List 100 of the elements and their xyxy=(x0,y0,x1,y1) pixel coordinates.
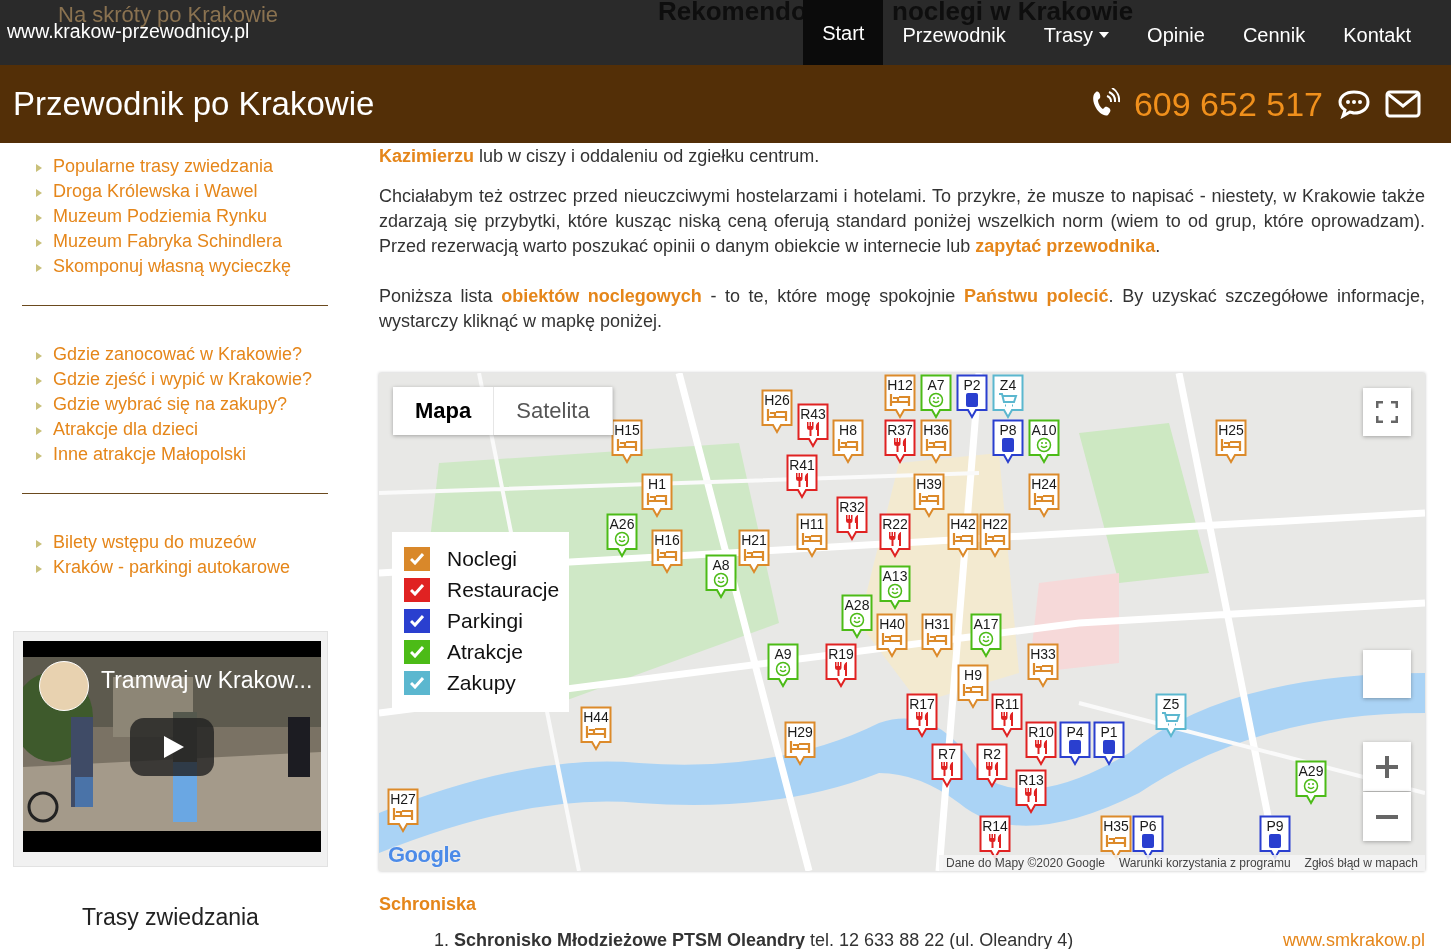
fork-knife-icon xyxy=(916,712,928,726)
bullet-icon xyxy=(36,214,42,222)
parking-sign-icon xyxy=(1142,834,1154,848)
checkbox[interactable] xyxy=(404,547,430,571)
smiley-icon xyxy=(887,583,903,599)
zoom-in-button[interactable] xyxy=(1363,742,1411,791)
map-type-tab[interactable]: Mapa xyxy=(393,387,495,435)
plus-icon xyxy=(1376,755,1398,778)
bullet-icon xyxy=(36,264,42,272)
smiley-icon xyxy=(849,612,865,628)
bed-icon xyxy=(1220,437,1242,453)
fork-knife-icon xyxy=(835,662,847,676)
legend-label: Zakupy xyxy=(447,671,516,695)
fork-knife-icon xyxy=(1001,712,1013,726)
nav-item[interactable]: Start xyxy=(803,0,884,65)
checkbox[interactable] xyxy=(404,671,430,695)
legend-label: Parkingi xyxy=(447,609,523,633)
bullet-icon xyxy=(36,427,42,435)
paragraph: Kazimierzu lub w ciszy i oddaleniu od zgiełku centrum. xyxy=(379,145,821,168)
fork-knife-icon xyxy=(889,532,901,546)
fullscreen-icon xyxy=(1376,401,1398,423)
parking-sign-icon xyxy=(1103,740,1115,754)
bed-icon xyxy=(952,531,974,547)
paragraph: Poniższa lista obiektów noclegowych - to te, które mogę spokojnie Państwu polecić. By uzyskać szczegółowe informacje, wystarczy kliknąć w mapkę poniżej. xyxy=(379,285,1425,333)
legend-label: Noclegi xyxy=(447,547,518,571)
map-type-tab[interactable]: Satelita xyxy=(494,387,613,435)
bed-icon xyxy=(1032,661,1054,677)
nav-item[interactable]: Trasy xyxy=(1024,25,1129,44)
smiley-icon xyxy=(978,631,994,647)
bed-icon xyxy=(646,491,668,507)
bed-icon xyxy=(585,724,607,740)
bed-icon xyxy=(656,547,678,563)
bullet-icon xyxy=(36,189,42,197)
bed-icon xyxy=(881,631,903,647)
chat-icon[interactable] xyxy=(1337,89,1371,119)
bullet-icon xyxy=(36,352,42,360)
bed-icon xyxy=(392,806,414,822)
fork-knife-icon xyxy=(941,762,953,776)
fork-knife-icon xyxy=(1035,740,1047,754)
bed-icon xyxy=(789,739,811,755)
list-number: 1. xyxy=(433,930,449,949)
mail-icon[interactable] xyxy=(1385,90,1421,118)
bed-icon xyxy=(984,531,1006,547)
bed-icon xyxy=(962,682,984,698)
map-link[interactable]: Zgłoś błąd w mapach xyxy=(1297,855,1425,871)
bullet-icon xyxy=(36,164,42,172)
bed-icon xyxy=(801,531,823,547)
bed-icon xyxy=(616,437,638,453)
fork-knife-icon xyxy=(989,834,1001,848)
paragraph: Chciałabym też ostrzec przed nieuczciwymi hostelarzami i hotelami. To przykre, że musze to napisać - niestety, w Krakowie także zdarzają się przybytki, które kusząc niską ceną oferują standard poniżej wszelkich norm (wiem to od grup, które oprowadzam). Przed rezerwacją warto poszukać opinii o danym obiekcie w internecie lub zapytać przewodnika. xyxy=(379,185,1425,258)
nav-item[interactable]: Cennik xyxy=(1223,25,1325,44)
bed-icon xyxy=(766,407,788,423)
bed-icon xyxy=(1033,491,1055,507)
fork-knife-icon xyxy=(807,422,819,436)
smiley-icon xyxy=(1036,437,1052,453)
bed-icon xyxy=(1105,833,1127,849)
parking-sign-icon xyxy=(1269,834,1281,848)
bullet-icon xyxy=(36,452,42,460)
bed-icon xyxy=(837,437,859,453)
phone-number[interactable]: 609 652 517 xyxy=(1133,84,1323,124)
bed-icon xyxy=(925,437,947,453)
bullet-icon xyxy=(36,377,42,385)
list-item-text: Schronisko Młodzieżowe PTSM Oleandry tel. 12 633 88 22 (ul. Oleandry 4) xyxy=(454,930,1074,949)
play-button[interactable] xyxy=(130,718,214,776)
cart-icon xyxy=(1161,712,1181,726)
check-icon xyxy=(410,553,424,565)
parking-sign-icon xyxy=(1002,438,1014,452)
bed-icon xyxy=(743,547,765,563)
checkbox[interactable] xyxy=(404,609,430,633)
bed-icon xyxy=(889,392,911,408)
checkbox[interactable] xyxy=(404,578,430,602)
bullet-icon xyxy=(36,565,42,573)
video-player[interactable]: Tramwaj w Krakow... xyxy=(23,641,321,852)
section-heading: Schroniska xyxy=(379,893,478,916)
section-title: Trasy zwiedzania xyxy=(81,904,260,931)
minus-icon xyxy=(1376,814,1398,819)
zoom-out-button[interactable] xyxy=(1363,792,1411,841)
smiley-icon xyxy=(713,572,729,588)
check-icon xyxy=(410,615,424,627)
fork-knife-icon xyxy=(986,762,998,776)
fork-knife-icon xyxy=(846,515,858,529)
fork-knife-icon xyxy=(796,473,808,487)
checkbox[interactable] xyxy=(404,640,430,664)
check-icon xyxy=(410,584,424,596)
check-icon xyxy=(410,677,424,689)
smiley-icon xyxy=(775,661,791,677)
fullscreen-button[interactable] xyxy=(1363,388,1411,436)
nav-item[interactable]: Opinie xyxy=(1128,25,1224,44)
smiley-icon xyxy=(928,392,944,408)
legend-label: Restauracje xyxy=(447,578,560,602)
smiley-icon xyxy=(614,531,630,547)
smiley-icon xyxy=(1303,778,1319,794)
nav-item[interactable]: Kontakt xyxy=(1324,25,1430,44)
fork-knife-icon xyxy=(1025,788,1037,802)
bullet-icon xyxy=(36,402,42,410)
nav-item[interactable]: Przewodnik xyxy=(883,25,1025,44)
site-title[interactable]: Przewodnik po Krakowie xyxy=(13,85,375,123)
check-icon xyxy=(410,646,424,658)
fork-knife-icon xyxy=(894,438,906,452)
parking-sign-icon xyxy=(1069,740,1081,754)
